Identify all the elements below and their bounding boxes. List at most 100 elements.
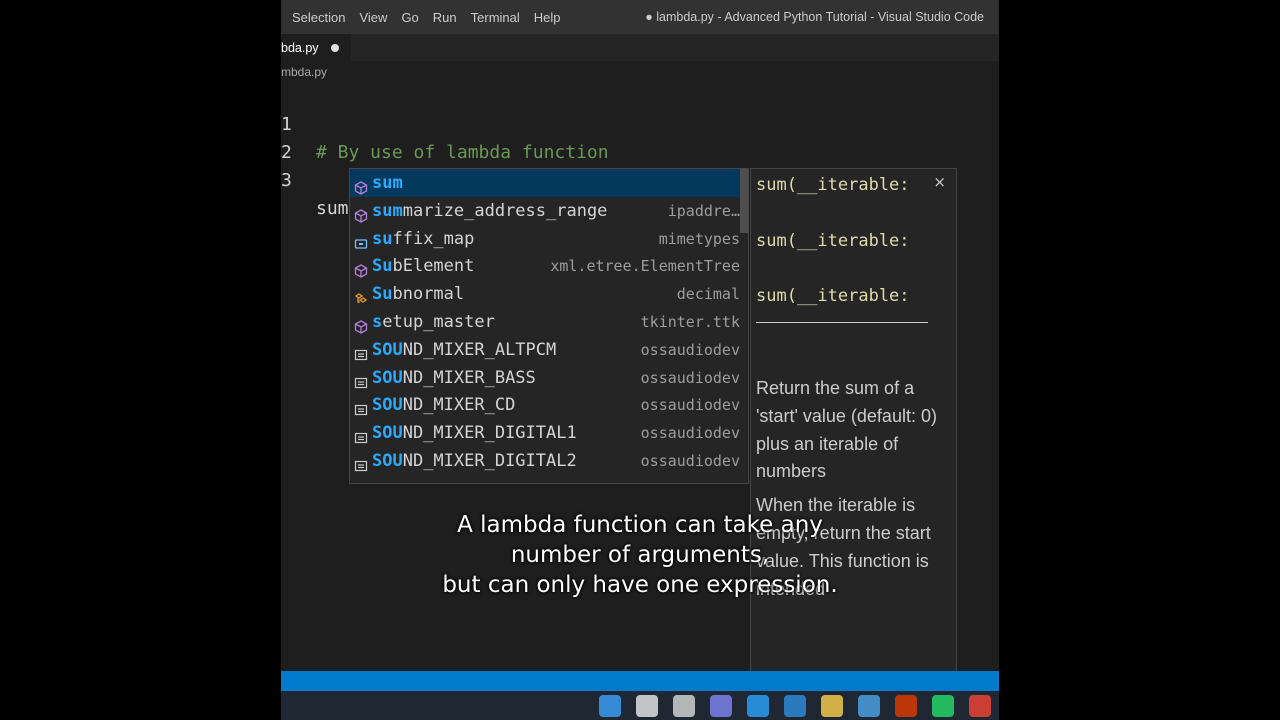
suggest-scrollbar[interactable] xyxy=(740,169,748,233)
suggestion-rest: ND_MIXER_DIGITAL2 xyxy=(402,451,577,471)
variable-icon xyxy=(354,232,368,249)
suggestion-detail: ossaudiodev xyxy=(640,368,740,387)
suggestion-match: s xyxy=(372,312,383,332)
doc-paragraph: Return the sum of a 'start' value (defau… xyxy=(756,378,937,482)
suggestion-item[interactable]: Subnormal decimal xyxy=(350,280,748,308)
suggestion-rest: ND_MIXER_BASS xyxy=(402,367,536,388)
caption-line: number of arguments, xyxy=(510,542,770,568)
suggestion-label: summarize_address_range xyxy=(372,197,607,225)
suggestion-rest: ND_MIXER_CD xyxy=(402,395,516,416)
suggestion-match: su xyxy=(372,228,393,249)
suggestion-item[interactable]: setup_master tkinter.ttk xyxy=(350,308,748,336)
menu-run[interactable]: Run xyxy=(433,10,457,25)
tab-lambda-py[interactable]: bda.py xyxy=(281,34,351,61)
suggestion-item[interactable]: SOUND_MIXER_ALTPCM ossaudiodev xyxy=(350,336,748,364)
suggestion-label: sum xyxy=(372,169,403,197)
constant-icon xyxy=(354,343,368,360)
suggestion-item[interactable]: SOUND_MIXER_CD ossaudiodev xyxy=(350,391,748,419)
suggestion-item[interactable]: sum xyxy=(350,169,748,197)
suggestion-label: SOUND_MIXER_BASS xyxy=(372,364,536,392)
suggestion-rest: ffix_map xyxy=(392,228,475,249)
taskview-icon[interactable] xyxy=(673,695,695,717)
chrome-icon[interactable] xyxy=(969,695,991,717)
menu-terminal[interactable]: Terminal xyxy=(471,10,520,25)
suggestion-detail: xml.etree.ElementTree xyxy=(550,257,740,276)
explorer-icon[interactable] xyxy=(821,695,843,717)
suggestion-detail: ossaudiodev xyxy=(640,396,740,415)
windows-icon[interactable] xyxy=(599,695,621,717)
code-line: 3 sum xyxy=(281,139,999,220)
vscode-window: Selection View Go Run Terminal Help ● la… xyxy=(281,0,999,720)
title-bar: Selection View Go Run Terminal Help ● la… xyxy=(281,0,999,34)
constant-icon xyxy=(354,371,368,388)
whatsapp-icon[interactable] xyxy=(932,695,954,717)
suggestion-rest: bnormal xyxy=(392,284,465,305)
divider xyxy=(756,322,928,323)
video-caption: A lambda function can take any number of… xyxy=(0,510,1280,600)
suggestion-detail: ossaudiodev xyxy=(640,424,740,443)
line-number: 3 xyxy=(281,170,292,191)
menu-selection[interactable]: Selection xyxy=(292,10,345,25)
tab-label: bda.py xyxy=(281,40,319,55)
signature-line: sum(__iterable: xyxy=(756,231,910,251)
close-icon[interactable]: × xyxy=(933,173,946,191)
taskbar xyxy=(281,691,999,720)
suggestion-match: SOU xyxy=(372,423,403,444)
suggestion-match: SOU xyxy=(372,367,403,388)
signature-text: sum(__iterable: xyxy=(756,175,910,195)
caption-line: A lambda function can take any xyxy=(457,512,823,538)
signature-text: sum(__iterable: xyxy=(756,286,910,306)
suggestion-label: Subnormal xyxy=(372,280,464,308)
suggestion-detail: ipaddre… xyxy=(667,201,740,220)
code-line: 1 # By use of lambda function xyxy=(281,83,999,163)
suggestion-item[interactable]: SOUND_MIXER_BASS ossaudiodev xyxy=(350,364,748,392)
suggestion-item[interactable]: SubElement xml.etree.ElementTree xyxy=(350,252,748,280)
menu-go[interactable]: Go xyxy=(401,10,418,25)
suggestion-rest: marize_address_range xyxy=(402,200,608,221)
suggestion-label: setup_master xyxy=(372,308,495,336)
suggestion-item[interactable]: summarize_address_range ipaddre… xyxy=(350,197,748,225)
suggestion-rest: ND_MIXER_DIGITAL1 xyxy=(402,423,577,444)
edge-icon[interactable] xyxy=(747,695,769,717)
unsaved-dot-icon[interactable] xyxy=(330,43,339,52)
code-line: 2 xyxy=(281,111,999,163)
suggestion-rest: ND_MIXER_ALTPCM xyxy=(402,339,557,360)
suggestion-label: SOUND_MIXER_ALTPCM xyxy=(372,336,556,364)
suggest-widget[interactable]: SOUND_MIXER_DIGITAL2 ossaudiodev SOUND_MIX… xyxy=(349,168,749,484)
suggestion-detail: mimetypes xyxy=(658,229,740,248)
signature-text: sum(__iterable: xyxy=(756,231,910,251)
suggestion-rest: bElement xyxy=(392,256,475,277)
suggestion-match: SOU xyxy=(372,395,403,416)
suggestion-match: SOU xyxy=(372,339,403,360)
suggestion-rest: etup_master xyxy=(382,312,495,332)
suggestion-item[interactable]: SOUND_MIXER_DIGITAL1 ossaudiodev xyxy=(350,419,748,447)
signature-line: sum(__iterable: xyxy=(756,175,910,195)
menu-help[interactable]: Help xyxy=(534,10,561,25)
constant-icon xyxy=(354,454,368,472)
mail-icon[interactable] xyxy=(858,695,880,717)
suggestion-label: SOUND_MIXER_CD xyxy=(372,391,515,419)
app-l-icon[interactable] xyxy=(784,695,806,717)
office-icon[interactable] xyxy=(895,695,917,717)
code-text: sum xyxy=(316,198,349,219)
suggestion-detail: ossaudiodev xyxy=(640,340,740,359)
tab-bar: bda.py xyxy=(281,34,999,61)
suggestion-detail: ossaudiodev xyxy=(640,452,740,470)
suggestion-match: sum xyxy=(372,173,403,193)
suggestion-match: Su xyxy=(372,256,393,277)
class-icon xyxy=(354,287,368,303)
code-text-wrapper: sum xyxy=(316,195,351,223)
cube-icon xyxy=(354,204,368,223)
constant-icon xyxy=(354,398,368,416)
teams-icon[interactable] xyxy=(710,695,732,717)
search-icon[interactable] xyxy=(636,695,658,717)
suggestion-item[interactable]: SOUND_MIXER_DIGITAL2 ossaudiodev xyxy=(350,447,748,475)
suggestion-detail: decimal xyxy=(676,285,740,304)
suggestion-item[interactable]: suffix_map mimetypes xyxy=(350,225,748,253)
editor[interactable]: 1 # By use of lambda function 2 3 sum xyxy=(281,83,999,220)
constant-icon xyxy=(354,426,368,444)
suggestion-match: sum xyxy=(372,200,403,221)
suggestion-label: suffix_map xyxy=(372,225,474,253)
menu-view[interactable]: View xyxy=(359,10,387,25)
breadcrumb[interactable]: mbda.py xyxy=(281,65,327,79)
